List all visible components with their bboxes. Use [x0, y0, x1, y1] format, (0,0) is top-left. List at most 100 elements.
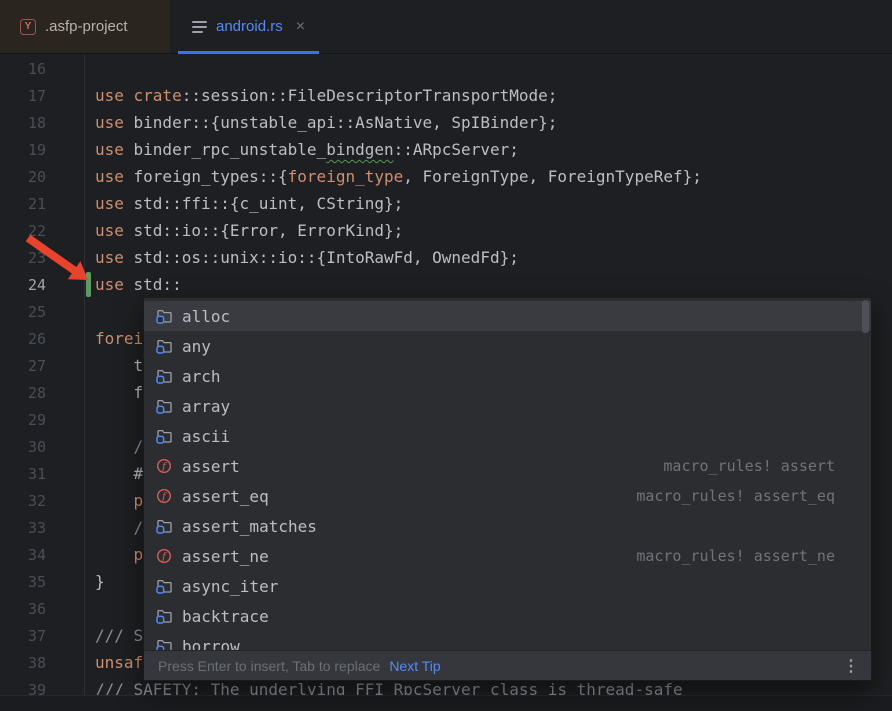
- tab-android-rs[interactable]: android.rs ×: [178, 0, 319, 53]
- more-options-icon[interactable]: ⋮: [843, 656, 859, 676]
- completion-item[interactable]: array: [144, 391, 871, 421]
- code-text: unsaf: [95, 653, 143, 672]
- code-text: use crate::session::FileDescriptorTransp…: [95, 86, 557, 105]
- completion-item[interactable]: any: [144, 331, 871, 361]
- completion-item-tail: macro_rules! assert_ne: [636, 547, 835, 565]
- code-text: f: [95, 383, 143, 402]
- next-tip-link[interactable]: Next Tip: [389, 658, 440, 674]
- code-text: /// S: [95, 626, 143, 645]
- line-number: 31: [0, 465, 46, 483]
- completion-item[interactable]: backtrace: [144, 601, 871, 631]
- popup-scrollbar-thumb[interactable]: [862, 300, 869, 333]
- code-line[interactable]: 22use std::io::{Error, ErrorKind};: [0, 217, 892, 244]
- macro-icon: f: [156, 458, 173, 474]
- tab-asfp-project[interactable]: Y .asfp-project: [0, 0, 170, 53]
- completion-item[interactable]: alloc: [144, 301, 871, 331]
- line-number: 18: [0, 114, 46, 132]
- line-number: 19: [0, 141, 46, 159]
- code-line[interactable]: 18use binder::{unstable_api::AsNative, S…: [0, 109, 892, 136]
- completion-item-label: borrow: [182, 637, 240, 651]
- code-text: #: [95, 464, 143, 483]
- code-text: /: [95, 518, 143, 537]
- completion-item[interactable]: async_iter: [144, 571, 871, 601]
- completion-item[interactable]: ascii: [144, 421, 871, 451]
- module-icon: [156, 578, 173, 594]
- completion-item-label: backtrace: [182, 607, 269, 626]
- yaml-file-icon: Y: [20, 19, 36, 35]
- completion-item[interactable]: f assert_eq macro_rules! assert_eq: [144, 481, 871, 511]
- line-number: 39: [0, 681, 46, 696]
- completion-item-label: assert_eq: [182, 487, 269, 506]
- code-line[interactable]: 21 use std::ffi::{c_uint, CString};: [0, 190, 892, 217]
- window-bottom-strip: [0, 695, 892, 711]
- line-number: 25: [0, 303, 46, 321]
- line-number: 35: [0, 573, 46, 591]
- code-line[interactable]: 23use std::os::unix::io::{IntoRawFd, Own…: [0, 244, 892, 271]
- module-icon: [156, 638, 173, 650]
- completion-item[interactable]: f assert macro_rules! assert: [144, 451, 871, 481]
- completion-item-label: assert_matches: [182, 517, 317, 536]
- completion-item[interactable]: borrow: [144, 631, 871, 650]
- line-number: 30: [0, 438, 46, 456]
- code-text: use std::io::{Error, ErrorKind};: [95, 221, 403, 240]
- completion-item-label: assert_ne: [182, 547, 269, 566]
- code-text: forei: [95, 329, 143, 348]
- line-number: 29: [0, 411, 46, 429]
- completion-popup: alloc any arch array ascii f assert macro…: [143, 297, 872, 681]
- module-icon: [156, 428, 173, 444]
- module-icon: [156, 338, 173, 354]
- completion-item-tail: macro_rules! assert_eq: [636, 487, 835, 505]
- module-icon: [156, 518, 173, 534]
- completion-item-label: async_iter: [182, 577, 278, 596]
- completion-footer: Press Enter to insert, Tab to replace Ne…: [144, 650, 871, 680]
- code-line[interactable]: 16: [0, 55, 892, 82]
- macro-icon: f: [156, 548, 173, 564]
- completion-item-label: array: [182, 397, 230, 416]
- completion-item[interactable]: arch: [144, 361, 871, 391]
- code-text: p: [95, 491, 143, 510]
- line-number: 27: [0, 357, 46, 375]
- code-line[interactable]: 19 use binder_rpc_unstable_bindgen::ARpcS…: [0, 136, 892, 163]
- line-number: 37: [0, 627, 46, 645]
- completion-item-label: alloc: [182, 307, 230, 326]
- code-text: /// SAFETY: The underlying FFI RpcServer…: [95, 680, 683, 695]
- line-number: 17: [0, 87, 46, 105]
- line-number: 34: [0, 546, 46, 564]
- line-number: 38: [0, 654, 46, 672]
- close-tab-icon[interactable]: ×: [296, 19, 305, 35]
- module-icon: [156, 608, 173, 624]
- completion-hint-text: Press Enter to insert, Tab to replace: [158, 658, 380, 674]
- code-line[interactable]: 17 use crate::session::FileDescriptorTran…: [0, 82, 892, 109]
- completion-item-label: ascii: [182, 427, 230, 446]
- svg-text:f: f: [161, 551, 168, 562]
- code-text: use std::os::unix::io::{IntoRawFd, Owned…: [95, 248, 519, 267]
- completion-item-label: arch: [182, 367, 221, 386]
- macro-icon: f: [156, 488, 173, 504]
- completion-item-label: any: [182, 337, 211, 356]
- code-text: /: [95, 437, 143, 456]
- line-number: 16: [0, 60, 46, 78]
- code-text: use binder_rpc_unstable_bindgen::ARpcSer…: [95, 140, 519, 159]
- annotation-arrow-icon: [20, 230, 100, 292]
- active-tab-underline: [178, 51, 319, 54]
- module-icon: [156, 368, 173, 384]
- code-line[interactable]: 20 use foreign_types::{foreign_type, Fore…: [0, 163, 892, 190]
- completion-item[interactable]: assert_matches: [144, 511, 871, 541]
- line-number: 20: [0, 168, 46, 186]
- code-text: use foreign_types::{foreign_type, Foreig…: [95, 167, 702, 186]
- code-text: use std::: [95, 275, 182, 294]
- code-text: t: [95, 356, 143, 375]
- tab-project-label: .asfp-project: [45, 18, 128, 35]
- code-text: p: [95, 545, 143, 564]
- code-text: use std::ffi::{c_uint, CString};: [95, 194, 403, 213]
- code-line[interactable]: 24use std::: [0, 271, 892, 298]
- line-number: 33: [0, 519, 46, 537]
- completion-item-tail: macro_rules! assert: [663, 457, 835, 475]
- svg-text:f: f: [161, 461, 168, 472]
- module-icon: [156, 398, 173, 414]
- line-number: 21: [0, 195, 46, 213]
- line-number: 28: [0, 384, 46, 402]
- svg-text:f: f: [161, 491, 168, 502]
- completion-item[interactable]: f assert_ne macro_rules! assert_ne: [144, 541, 871, 571]
- completion-item-label: assert: [182, 457, 240, 476]
